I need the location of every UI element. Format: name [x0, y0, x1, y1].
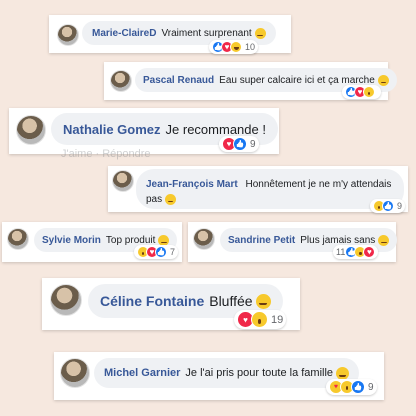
commenter-name[interactable]: Michel Garnier	[104, 367, 180, 379]
reactions-badge[interactable]: 9	[326, 379, 377, 395]
comment-text: Bluffée	[209, 293, 253, 309]
commenter-name[interactable]: Jean-François Mart	[146, 179, 238, 190]
comment-text: Top produit	[105, 234, 156, 246]
comment-card-4: Jean-François Mart Honnêtement je ne m'y…	[108, 166, 408, 213]
comment-text: Plus jamais sans	[300, 234, 376, 246]
reaction-count: 9	[397, 201, 403, 211]
commenter-name[interactable]: Sylvie Morin	[42, 235, 101, 246]
reaction-count: 19	[271, 313, 284, 326]
avatar[interactable]	[112, 170, 134, 192]
commenter-name[interactable]: Sandrine Petit	[228, 235, 295, 246]
like-icon	[155, 246, 167, 258]
avatar[interactable]	[7, 228, 29, 250]
comment-actions: J'aime · Répondre	[61, 148, 151, 160]
family-heart-icon	[336, 366, 350, 380]
grinning-face-icon	[378, 234, 390, 246]
commenter-name[interactable]: Nathalie Gomez	[63, 122, 161, 137]
comment-card-7: Céline Fontaine Bluffée 19	[42, 278, 300, 330]
reactions-badge[interactable]: 7	[134, 245, 179, 259]
reaction-count: 11	[336, 247, 346, 257]
grinning-face-icon	[164, 193, 176, 205]
reaction-count: 9	[250, 138, 256, 150]
comment-text: Je l'ai pris pour toute la famille	[185, 367, 334, 379]
comment-text: Je recommande !	[165, 121, 266, 137]
ok-hand-icon	[377, 74, 389, 86]
avatar[interactable]	[50, 284, 82, 316]
haha-icon	[230, 41, 242, 53]
comment-card-3: Nathalie Gomez Je recommande ! 9 J'aime …	[9, 108, 279, 160]
commenter-name[interactable]: Céline Fontaine	[100, 293, 204, 309]
comment-bubble: Jean-François Mart Honnêtement je ne m'y…	[136, 169, 404, 209]
reaction-count: 9	[368, 381, 374, 393]
reaction-count: 7	[170, 247, 176, 257]
avatar[interactable]	[57, 24, 79, 46]
surprised-face-icon	[254, 27, 266, 39]
avatar[interactable]	[193, 228, 215, 250]
avatar[interactable]	[60, 358, 90, 388]
reaction-count: 10	[245, 42, 256, 52]
comment-card-8: Michel Garnier Je l'ai pris pour toute l…	[54, 352, 384, 400]
comment-card-1: Marie-ClaireD Vraiment surprenant 10	[49, 15, 291, 54]
avatar[interactable]	[110, 70, 132, 92]
comment-card-5: Sylvie Morin Top produit 7	[2, 222, 182, 262]
reactions-badge[interactable]: 19	[234, 310, 287, 329]
thumbs-up-icon	[158, 234, 170, 246]
avatar[interactable]	[16, 115, 46, 145]
like-icon	[382, 200, 394, 212]
reactions-badge[interactable]: 9	[370, 199, 406, 213]
wow-icon	[251, 311, 268, 328]
comment-text: Eau super calcaire ici et ça marche	[219, 74, 375, 86]
comment-text: Vraiment surprenant	[161, 27, 252, 39]
wow-icon	[363, 86, 375, 98]
commenter-name[interactable]: Marie-ClaireD	[92, 28, 156, 39]
comment-card-2: Pascal Renaud Eau super calcaire ici et …	[104, 62, 397, 100]
commenter-name[interactable]: Pascal Renaud	[143, 75, 214, 86]
reactions-badge[interactable]: 10	[209, 40, 259, 54]
love-icon	[363, 246, 376, 258]
reactions-badge[interactable]: 9	[219, 136, 259, 152]
reactions-badge[interactable]	[342, 85, 381, 99]
like-icon	[233, 137, 247, 151]
like-icon	[351, 380, 365, 394]
comment-card-6: Sandrine Petit Plus jamais sans 11	[188, 222, 398, 262]
star-struck-icon	[255, 293, 271, 309]
comment-bubble: Michel Garnier Je l'ai pris pour toute l…	[94, 358, 360, 388]
reactions-badge[interactable]: 11	[333, 245, 379, 259]
